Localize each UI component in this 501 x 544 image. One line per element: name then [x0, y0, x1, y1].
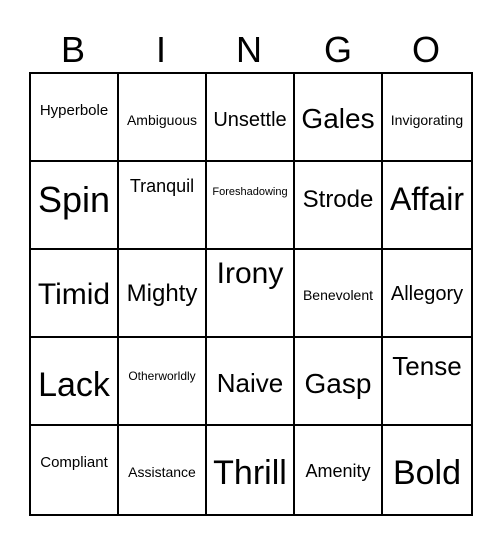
cell-word: Mighty: [126, 280, 198, 307]
bingo-cell[interactable]: Assistance: [119, 426, 207, 514]
bingo-cell[interactable]: Gales: [295, 74, 383, 162]
bingo-cell[interactable]: Gasp: [295, 338, 383, 426]
cell-word: Assistance: [128, 464, 196, 480]
cell-word: Allegory: [390, 283, 464, 305]
header-letter-g: G: [323, 29, 352, 70]
header-letter-o: O: [411, 29, 440, 70]
bingo-cell[interactable]: Otherworldly: [119, 338, 207, 426]
cell-word: Tense: [392, 351, 462, 381]
bingo-cell[interactable]: Amenity: [295, 426, 383, 514]
cell-word: Strode: [302, 186, 374, 213]
cell-word: Thrill: [213, 454, 287, 492]
bingo-cell[interactable]: Compliant: [31, 426, 119, 514]
cell-word: Spin: [37, 179, 111, 220]
cell-word: Invigorating: [390, 112, 464, 128]
bingo-cell[interactable]: Foreshadowing: [207, 162, 295, 250]
cell-word: Naive: [216, 368, 284, 398]
cell-word: Bold: [392, 454, 462, 492]
cell-word: Otherworldly: [128, 369, 196, 383]
header-letter-i: I: [155, 29, 166, 70]
bingo-cell[interactable]: Ambiguous: [119, 74, 207, 162]
cell-word: Amenity: [305, 461, 371, 481]
cell-word: Gales: [301, 103, 375, 134]
cell-word: Irony: [216, 257, 284, 290]
bingo-cell[interactable]: Hyperbole: [31, 74, 119, 162]
bingo-cell[interactable]: Mighty: [119, 250, 207, 338]
bingo-cell[interactable]: Bold: [383, 426, 471, 514]
bingo-cell[interactable]: Affair: [383, 162, 471, 250]
cell-word: Hyperbole: [39, 102, 109, 119]
cell-word: Timid: [37, 278, 111, 311]
cell-word: Tranquil: [129, 176, 195, 196]
bingo-cell[interactable]: Unsettle: [207, 74, 295, 162]
bingo-cell[interactable]: Benevolent: [295, 250, 383, 338]
cell-word: Lack: [38, 366, 110, 404]
cell-word: Benevolent: [302, 287, 374, 303]
bingo-cell[interactable]: Tense: [383, 338, 471, 426]
cell-word: Foreshadowing: [212, 186, 288, 198]
bingo-cell[interactable]: Naive: [207, 338, 295, 426]
cell-word: Unsettle: [213, 109, 287, 131]
bingo-cell[interactable]: Timid: [31, 250, 119, 338]
bingo-cell[interactable]: Allegory: [383, 250, 471, 338]
bingo-header: B I N G O: [29, 28, 472, 72]
bingo-cell[interactable]: Thrill: [207, 426, 295, 514]
bingo-cell[interactable]: Lack: [31, 338, 119, 426]
header-letter-b: B: [60, 29, 85, 70]
bingo-grid: Hyperbole Ambiguous Unsettle Gales Invigorat…: [29, 72, 473, 516]
cell-word: Compliant: [40, 454, 108, 471]
cell-word: Gasp: [304, 368, 372, 399]
bingo-cell[interactable]: Spin: [31, 162, 119, 250]
cell-word: Ambiguous: [126, 112, 198, 128]
cell-word: Affair: [389, 181, 465, 217]
header-letter-n: N: [236, 29, 262, 70]
bingo-cell[interactable]: Tranquil: [119, 162, 207, 250]
bingo-cell[interactable]: Irony: [207, 250, 295, 338]
bingo-cell[interactable]: Invigorating: [383, 74, 471, 162]
bingo-cell[interactable]: Strode: [295, 162, 383, 250]
